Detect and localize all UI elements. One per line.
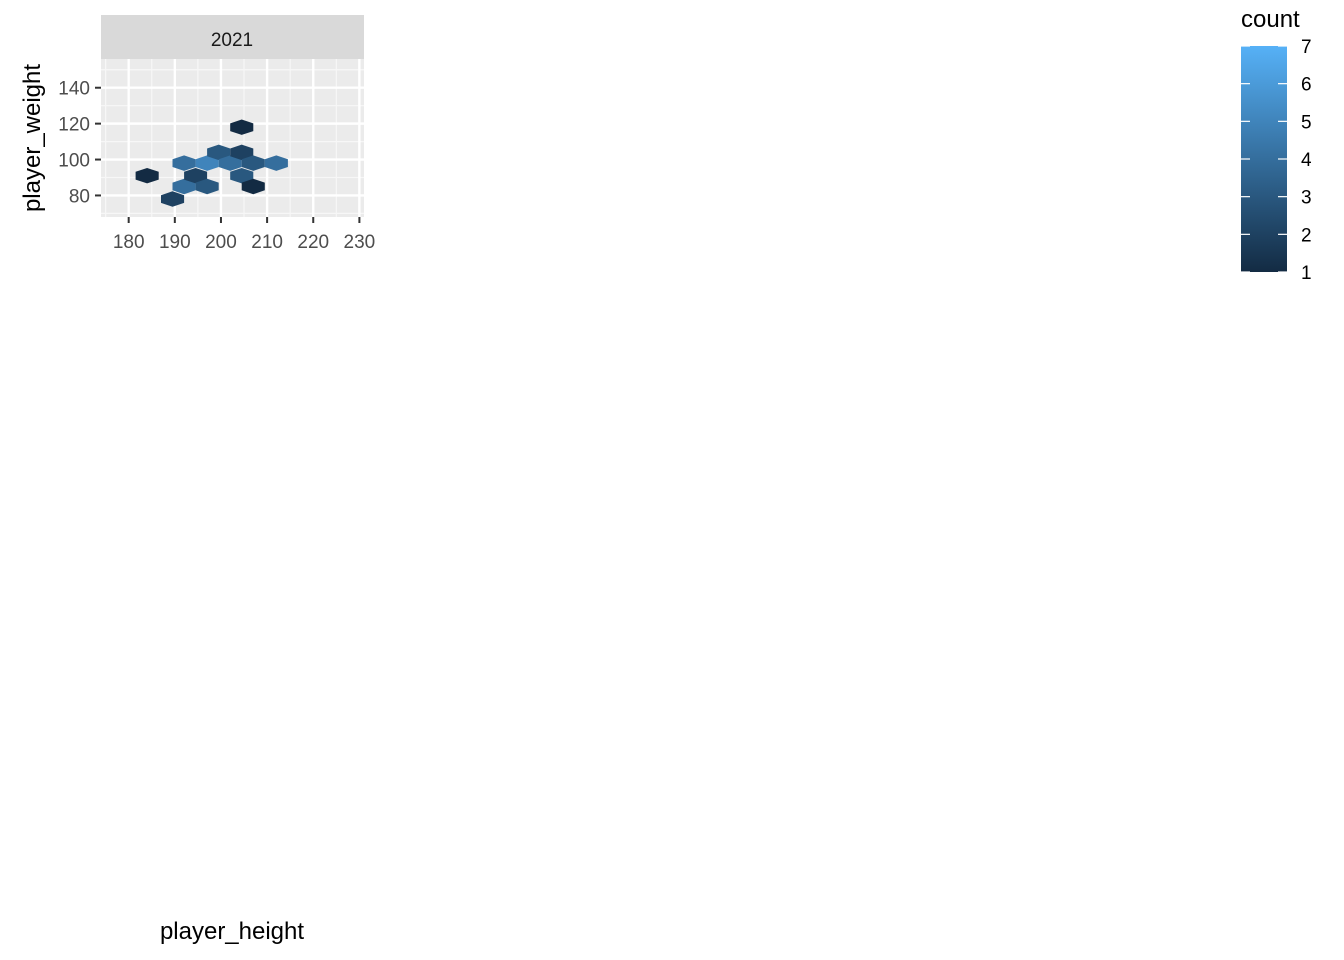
y-tick-label-140: 140 (58, 79, 90, 100)
plot-panel (101, 59, 364, 217)
legend-label-3: 3 (1301, 188, 1312, 209)
facet-strip-label: 2021 (211, 30, 253, 51)
x-tick-label-180: 180 (113, 232, 145, 253)
y-tick-label-100: 100 (58, 151, 90, 172)
legend: count 1 2 3 4 5 6 7 (1241, 6, 1312, 284)
x-axis-title: player_height (160, 918, 304, 945)
legend-label-6: 6 (1301, 75, 1312, 96)
x-axis: 180 190 200 210 220 230 (113, 217, 375, 253)
x-tick-label-230: 230 (344, 232, 376, 253)
x-tick-label-220: 220 (297, 232, 329, 253)
hexbin-chart: 2021 180 190 200 210 220 230 80 100 120 140 play… (19, 6, 1312, 945)
y-tick-label-80: 80 (69, 186, 90, 207)
y-tick-label-120: 120 (58, 115, 90, 136)
legend-label-4: 4 (1301, 150, 1312, 171)
y-axis-title: player_weight (19, 64, 46, 212)
x-tick-label-190: 190 (159, 232, 191, 253)
y-axis: 80 100 120 140 (58, 79, 101, 207)
legend-label-7: 7 (1301, 37, 1312, 58)
x-tick-label-210: 210 (251, 232, 283, 253)
legend-label-1: 1 (1301, 263, 1312, 284)
legend-label-5: 5 (1301, 112, 1312, 133)
legend-title: count (1241, 6, 1300, 33)
legend-label-2: 2 (1301, 225, 1312, 246)
x-tick-label-200: 200 (205, 232, 237, 253)
